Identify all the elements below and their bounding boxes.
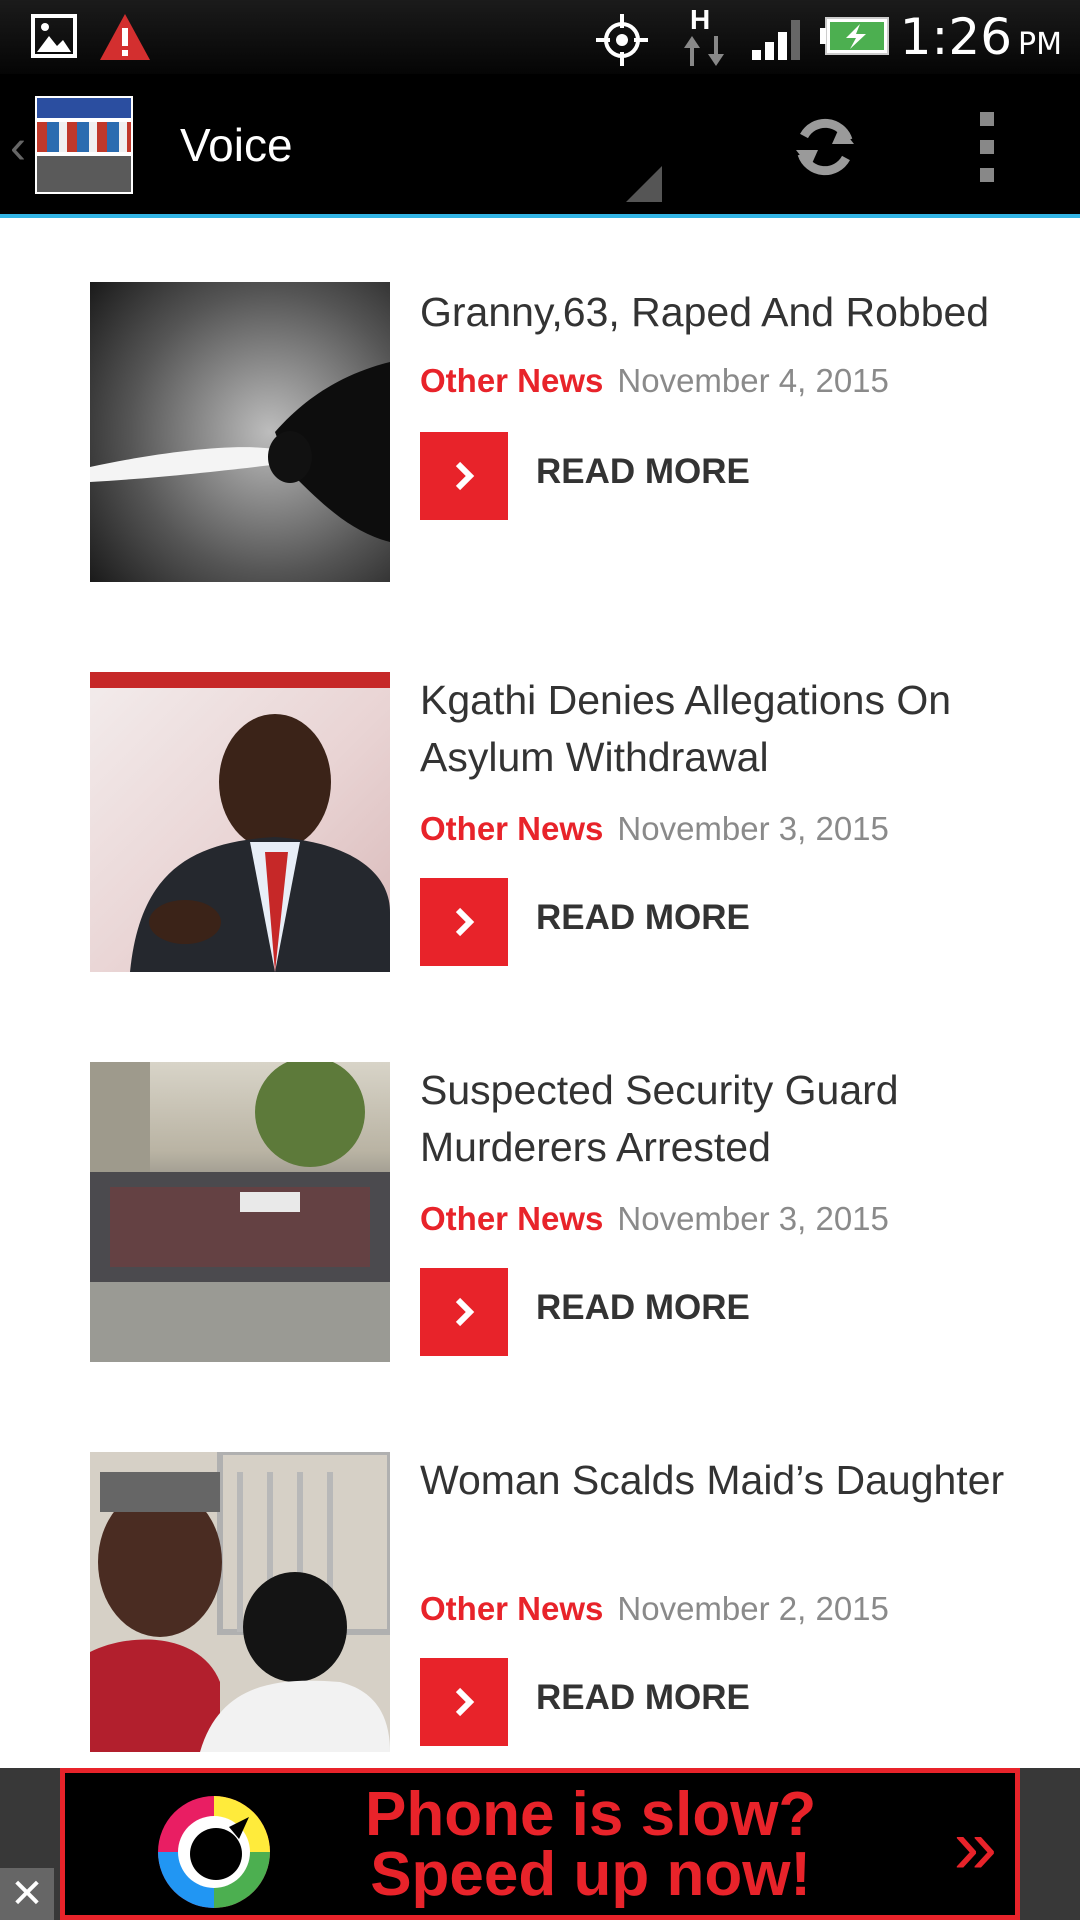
article-category[interactable]: Other News [420, 810, 603, 847]
read-more-arrow-button[interactable] [420, 878, 508, 966]
article-meta: Other News November 3, 2015 [420, 1200, 889, 1238]
article-thumbnail[interactable] [90, 1062, 390, 1362]
list-item[interactable]: Granny,63, Raped And Robbed Other News No… [0, 282, 1080, 582]
article-category[interactable]: Other News [420, 1200, 603, 1237]
gps-icon [596, 14, 648, 66]
data-icon: H [682, 4, 728, 70]
ad-line-2: Speed up now! [370, 1840, 812, 1909]
clock: 1:26 PM [900, 8, 1062, 66]
article-thumbnail[interactable] [90, 282, 390, 582]
read-more-label[interactable]: READ MORE [536, 1288, 750, 1328]
read-more-arrow-button[interactable] [420, 1268, 508, 1356]
clock-ampm: PM [1018, 27, 1062, 62]
gallery-icon [31, 14, 77, 58]
overflow-menu-icon[interactable] [975, 112, 999, 182]
network-type-label: H [690, 4, 711, 35]
chevron-right-icon [455, 1297, 475, 1327]
signal-icon [752, 20, 800, 60]
battery-icon [820, 17, 889, 55]
article-date: November 3, 2015 [617, 1200, 889, 1237]
ad-headline[interactable]: Phone is slow? Speed up now! [365, 1780, 817, 1909]
list-item[interactable]: Suspected Security Guard Murderers Arres… [0, 1062, 1080, 1362]
list-item[interactable]: Kgathi Denies Allegations On Asylum With… [0, 672, 1080, 972]
clock-time: 1:26 [899, 8, 1013, 66]
ad-banner[interactable]: Phone is slow? Speed up now! » [0, 1768, 1080, 1920]
read-more-label[interactable]: READ MORE [536, 1678, 750, 1718]
article-thumbnail[interactable] [90, 1452, 390, 1752]
dropdown-indicator-icon[interactable] [626, 166, 662, 202]
status-bar: H 1:26 PM [0, 0, 1080, 74]
article-meta: Other News November 3, 2015 [420, 810, 889, 848]
article-meta: Other News November 4, 2015 [420, 362, 889, 400]
action-bar-divider [0, 214, 1080, 218]
article-thumbnail[interactable] [90, 672, 390, 972]
chevron-right-icon [455, 1687, 475, 1717]
read-more-arrow-button[interactable] [420, 432, 508, 520]
article-category[interactable]: Other News [420, 1590, 603, 1627]
refresh-icon[interactable] [788, 110, 862, 184]
app-logo[interactable] [35, 96, 133, 194]
article-title[interactable]: Suspected Security Guard Murderers Arres… [420, 1062, 1020, 1176]
chevron-right-icon [455, 461, 475, 491]
ad-content[interactable]: Phone is slow? Speed up now! » [60, 1768, 1020, 1920]
ad-logo-icon [158, 1796, 270, 1908]
action-bar: ‹ Voice [0, 74, 1080, 215]
article-date: November 3, 2015 [617, 810, 889, 847]
ad-line-1: Phone is slow? [365, 1780, 817, 1849]
article-title[interactable]: Kgathi Denies Allegations On Asylum With… [420, 672, 1020, 786]
article-title[interactable]: Granny,63, Raped And Robbed [420, 284, 1020, 341]
article-date: November 2, 2015 [617, 1590, 889, 1627]
article-title[interactable]: Woman Scalds Maid’s Daughter [420, 1452, 1020, 1509]
article-meta: Other News November 2, 2015 [420, 1590, 889, 1628]
read-more-label[interactable]: READ MORE [536, 898, 750, 938]
chevron-right-icon [455, 907, 475, 937]
ad-close-button[interactable]: ✕ [0, 1868, 54, 1920]
list-item[interactable]: Woman Scalds Maid’s Daughter Other News N… [0, 1452, 1080, 1752]
article-date: November 4, 2015 [617, 362, 889, 399]
read-more-arrow-button[interactable] [420, 1658, 508, 1746]
read-more-label[interactable]: READ MORE [536, 452, 750, 492]
back-chevron-icon[interactable]: ‹ [10, 120, 26, 175]
article-category[interactable]: Other News [420, 362, 603, 399]
ad-arrow-icon[interactable]: » [954, 1801, 997, 1892]
page-title[interactable]: Voice [180, 118, 293, 172]
warning-icon [100, 14, 150, 60]
